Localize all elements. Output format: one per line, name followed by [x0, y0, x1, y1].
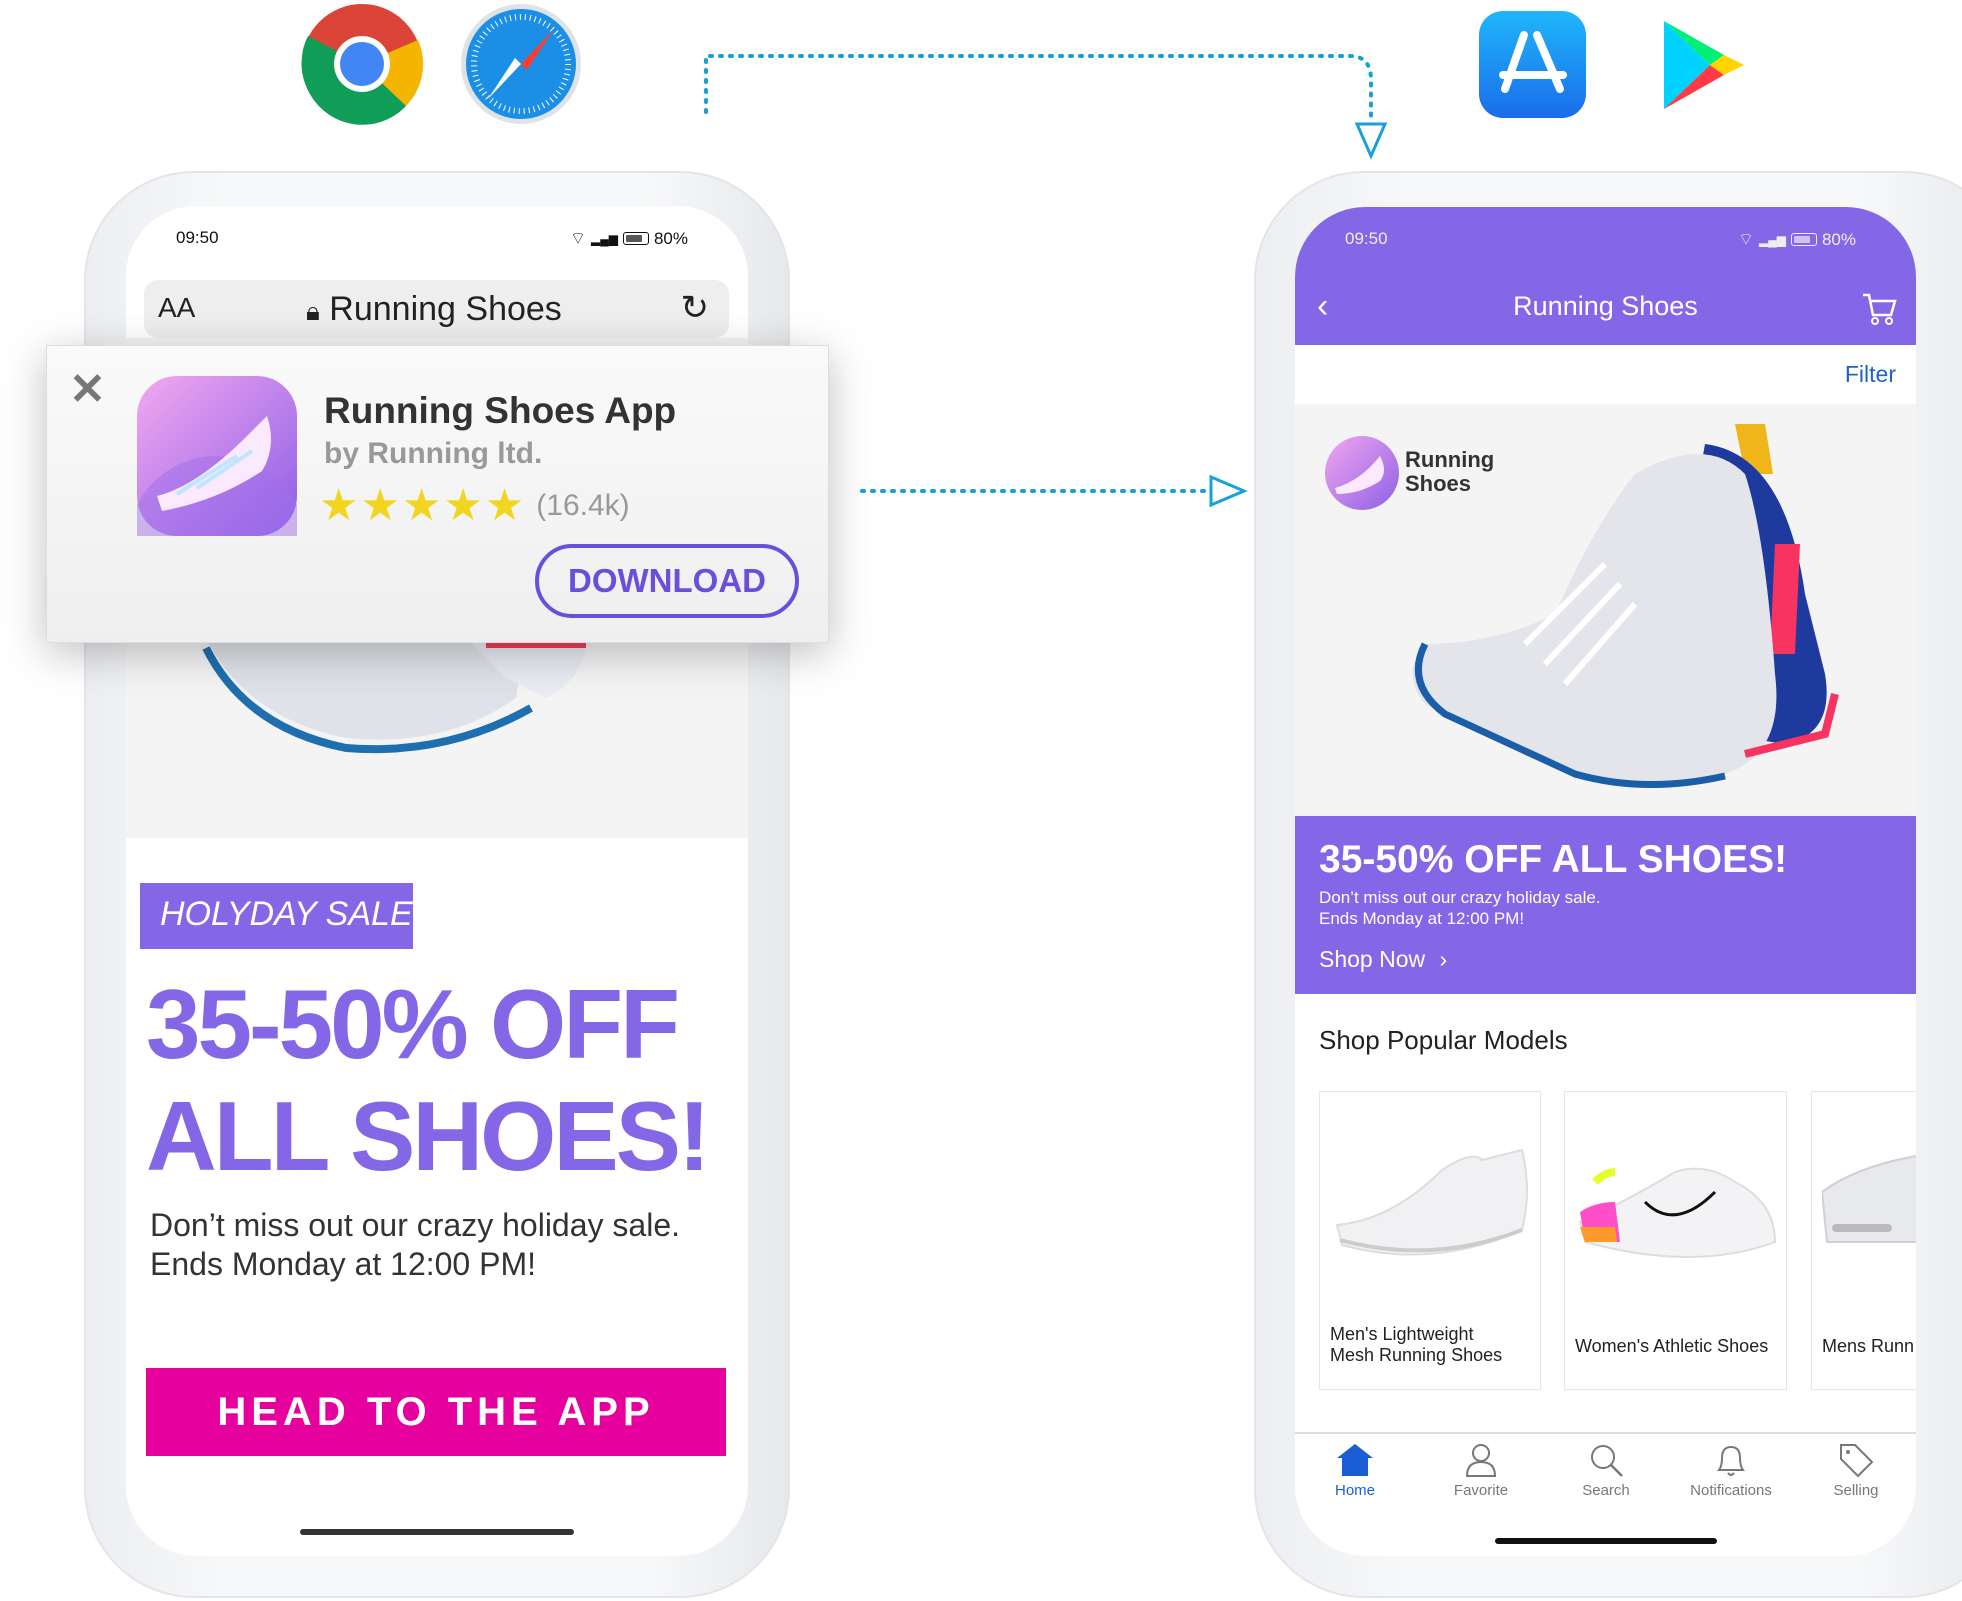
hero-banner: Running Shoes — [1295, 404, 1916, 816]
promo-line-2: Ends Monday at 12:00 PM! — [1319, 909, 1525, 928]
star-icon: ★ — [360, 481, 400, 530]
sale-badge: HOLYDAY SALE — [140, 883, 413, 949]
search-icon — [1591, 1445, 1623, 1477]
nav-label: Favorite — [1453, 1482, 1509, 1499]
product-image — [1335, 1148, 1528, 1256]
product-card[interactable]: Women's Athletic Shoes — [1564, 1091, 1787, 1390]
headline-line-1: 35-50% OFF — [146, 969, 680, 1079]
url-text: Running Shoes — [329, 290, 562, 328]
promo-headline: 35-50% OFF ALL SHOES! — [1319, 838, 1788, 881]
arrowhead-right — [1209, 474, 1248, 508]
signal-icon: ▂▄▆ — [591, 231, 618, 246]
headline-line-2: ALL SHOES! — [146, 1081, 711, 1191]
smart-app-banner: ✕ Running Shoes App by Running ltd. ★ ★ ★ ★… — [46, 345, 829, 643]
product-card[interactable]: Men's Lightweight Mesh Running Shoes — [1319, 1091, 1541, 1390]
reload-icon[interactable]: ↻ — [681, 288, 710, 328]
sale-badge-text: HOLYDAY SALE — [160, 895, 413, 933]
header-title: Running Shoes — [1513, 291, 1698, 321]
promo-description: Don’t miss out our crazy holiday sale. E… — [1319, 887, 1601, 929]
nav-label: Selling — [1833, 1482, 1879, 1499]
status-time: 09:50 — [1345, 229, 1388, 248]
text-size-button[interactable]: AA — [158, 292, 195, 324]
head-to-app-button[interactable]: HEAD TO THE APP — [146, 1368, 726, 1456]
description: Don’t miss out our crazy holiday sale. E… — [150, 1206, 680, 1284]
product-image — [1822, 1154, 1916, 1243]
battery-level: 80% — [653, 228, 688, 248]
shop-now-label: Shop Now — [1319, 946, 1426, 972]
home-indicator — [1495, 1538, 1717, 1544]
nav-notifications[interactable]: Notifications — [1671, 1442, 1791, 1499]
wifi-icon: ⌔ — [570, 229, 586, 248]
shop-now-link[interactable]: Shop Now › — [1319, 946, 1447, 973]
app-name: Running Shoes App — [324, 390, 677, 431]
nav-label: Notifications — [1690, 1482, 1772, 1499]
status-time: 09:50 — [176, 228, 219, 247]
bell-icon — [1717, 1445, 1745, 1476]
star-icon: ★ — [401, 481, 442, 530]
dotted-arrow-top — [704, 54, 1373, 124]
url-title: 🔒︎ Running Shoes — [306, 290, 562, 329]
signal-icon: ▂▄▆ — [1759, 232, 1786, 247]
wifi-icon: ⌔ — [1738, 230, 1754, 249]
product-name-line-1: Men's Lightweight — [1330, 1324, 1474, 1344]
product-name-line-1: Mens Runn — [1822, 1336, 1915, 1356]
star-icon: ★ — [443, 481, 483, 530]
url-bar[interactable]: AA 🔒︎ Running Shoes ↻ — [144, 280, 729, 338]
battery-level: 80% — [1821, 229, 1856, 249]
app-developer: by Running ltd. — [324, 437, 543, 470]
shoe-image — [202, 638, 586, 754]
app-header: 09:50 ⌔ ▂▄▆ 80% ‹ Running Shoes — [1295, 207, 1916, 345]
lock-icon: 🔒︎ — [306, 296, 320, 326]
rating: ★ ★ ★ ★ ★ (16.4k) — [319, 484, 630, 528]
star-icon: ★ — [484, 481, 525, 530]
app-screen: 09:50 ⌔ ▂▄▆ 80% ‹ Running Shoes Filter Run… — [1295, 207, 1916, 1556]
headline: 35-50% OFF ALL SHOES! — [146, 968, 711, 1192]
chevron-right-icon: › — [1439, 946, 1448, 972]
promo-banner[interactable]: 35-50% OFF ALL SHOES! Don’t miss out our… — [1295, 816, 1916, 994]
description-line-2: Ends Monday at 12:00 PM! — [150, 1246, 536, 1282]
home-icon — [1337, 1444, 1373, 1476]
nav-selling[interactable]: Selling — [1796, 1442, 1916, 1499]
battery-icon — [622, 232, 649, 245]
cart-icon[interactable] — [1861, 291, 1897, 327]
rating-count: (16.4k) — [536, 489, 630, 522]
brand-logo — [1325, 436, 1399, 510]
promo-line-1: Don’t miss out our crazy holiday sale. — [1319, 888, 1601, 907]
star-icon: ★ — [319, 481, 359, 530]
nav-label: Search — [1582, 1482, 1630, 1499]
bottom-nav-divider — [1295, 1432, 1916, 1434]
close-icon[interactable]: ✕ — [69, 364, 106, 415]
home-indicator — [300, 1529, 574, 1535]
product-name: Women's Athletic Shoes — [1575, 1336, 1780, 1357]
download-button[interactable]: DOWNLOAD — [535, 544, 799, 618]
nav-search[interactable]: Search — [1546, 1442, 1666, 1499]
section-title: Shop Popular Models — [1319, 1025, 1568, 1055]
nav-label: Home — [1334, 1482, 1375, 1499]
filter-button[interactable]: Filter — [1845, 361, 1896, 388]
hero-shoe-image — [1412, 424, 1839, 789]
nav-home[interactable]: Home — [1295, 1442, 1415, 1499]
product-name: Mens Runn — [1822, 1336, 1916, 1357]
product-name-line-1: Women's Athletic Shoes — [1575, 1336, 1769, 1356]
description-line-1: Don’t miss out our crazy holiday sale. — [150, 1207, 680, 1243]
product-card[interactable]: Mens Runn — [1811, 1091, 1916, 1390]
user-icon — [1465, 1444, 1497, 1477]
product-name-line-2: Mesh Running Shoes — [1330, 1345, 1503, 1365]
app-icon — [137, 376, 297, 536]
product-image — [1578, 1167, 1777, 1258]
tag-icon — [1840, 1444, 1874, 1478]
battery-icon — [1790, 233, 1817, 246]
product-name: Men's Lightweight Mesh Running Shoes — [1330, 1324, 1534, 1366]
arrowhead-down — [1354, 122, 1388, 160]
nav-favorite[interactable]: Favorite — [1421, 1442, 1541, 1499]
